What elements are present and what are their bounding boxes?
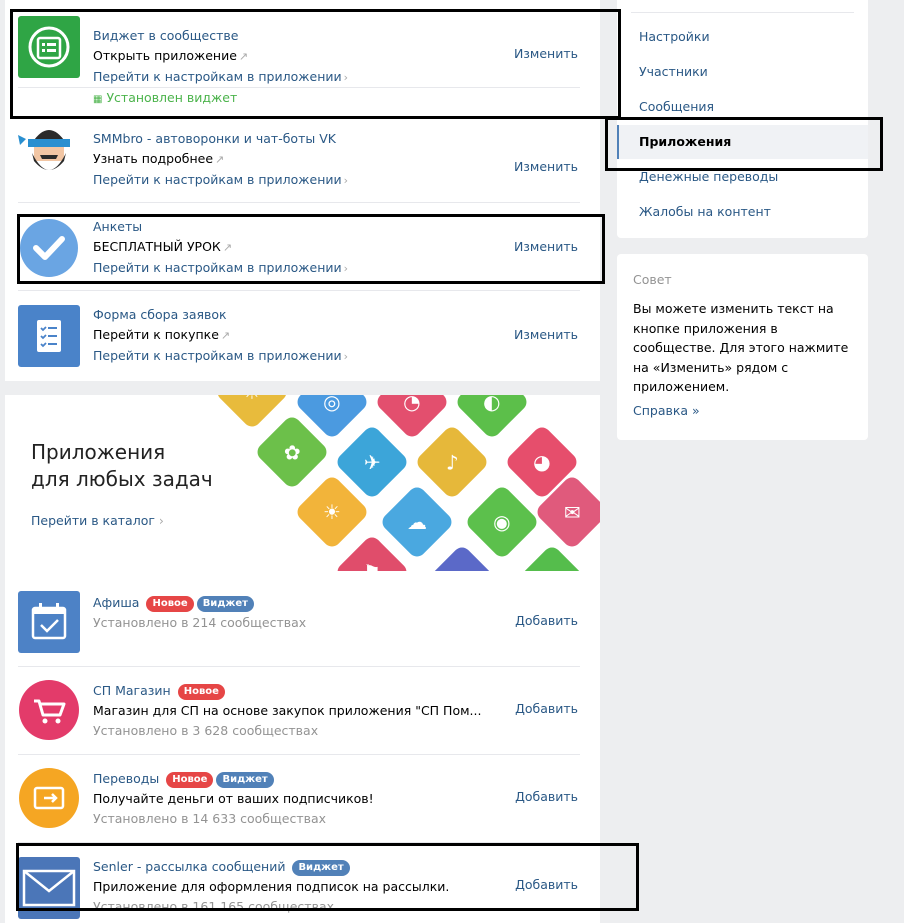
app-row-ankety: Анкеты БЕСПЛАТНЫЙ УРОК ↗ Перейти к настро… bbox=[5, 203, 600, 291]
app-row-form: Форма сбора заявок Перейти к покупке ↗ Пе… bbox=[5, 291, 600, 379]
catalog-banner: Приложения для любых задач Перейти в кат… bbox=[5, 395, 600, 571]
main-column: Виджет в сообществе Открыть приложение ↗ … bbox=[0, 0, 600, 923]
app-open-link[interactable]: Узнать подробнее ↗ bbox=[93, 149, 493, 170]
add-button[interactable]: Добавить bbox=[515, 701, 578, 716]
catalog-row-sp-shop: СП Магазин Новое Магазин для СП на основ… bbox=[5, 667, 600, 755]
transfer-icon[interactable] bbox=[18, 767, 80, 829]
external-link-icon: ↗ bbox=[222, 241, 233, 254]
app-description: Получайте деньги от ваших подписчиков! bbox=[93, 791, 374, 806]
catalog-row-senler: Senler - рассылка сообщений Виджет Прило… bbox=[5, 843, 600, 923]
app-info: Афиша Новое Виджет Установлено в 214 сооб… bbox=[93, 593, 493, 633]
check-icon[interactable] bbox=[18, 217, 80, 279]
app-info: Форма сбора заявок Перейти к покупке ↗ Пе… bbox=[93, 305, 493, 367]
edit-button[interactable]: Изменить bbox=[514, 46, 578, 61]
app-description: Приложение для оформления подписок на ра… bbox=[93, 879, 450, 894]
tip-box: Совет Вы можете изменить текст на кнопке… bbox=[617, 254, 868, 440]
avatar-icon[interactable] bbox=[18, 117, 80, 179]
map-pin-icon: ◉ bbox=[463, 483, 541, 561]
app-row-smmbro: SMMbro - автоворонки и чат-боты VK Узнат… bbox=[5, 115, 600, 203]
grid-icon: ▦ bbox=[93, 94, 103, 105]
menu-item-members[interactable]: Участники bbox=[617, 55, 868, 89]
external-link-icon: ↗ bbox=[215, 153, 225, 166]
menu-item-money-transfers[interactable]: Денежные переводы bbox=[617, 160, 868, 194]
app-info: SMMbro - автоворонки и чат-боты VK Узнат… bbox=[93, 129, 493, 191]
install-count: Установлено в 214 сообществах bbox=[93, 615, 307, 630]
chevron-right-icon: › bbox=[343, 174, 349, 187]
catalog-panel: Афиша Новое Виджет Установлено в 214 сооб… bbox=[5, 571, 600, 923]
catalog-row-afisha: Афиша Новое Виджет Установлено в 214 сооб… bbox=[5, 579, 600, 667]
app-title[interactable]: Senler - рассылка сообщений Виджет bbox=[93, 857, 493, 877]
chevron-right-icon: › bbox=[343, 262, 349, 275]
app-description: Магазин для СП на основе закупок приложе… bbox=[93, 703, 482, 718]
bell-icon: ♪ bbox=[413, 423, 491, 501]
app-title[interactable]: Переводы Новое Виджет bbox=[93, 769, 493, 789]
envelope-icon[interactable] bbox=[18, 857, 80, 919]
widget-icon[interactable] bbox=[18, 16, 80, 78]
app-settings-link[interactable]: Перейти к настройкам в приложении › bbox=[93, 258, 493, 279]
tip-body: Вы можете изменить текст на кнопке прило… bbox=[633, 301, 849, 394]
edit-button[interactable]: Изменить bbox=[514, 327, 578, 342]
banner-illustration: ☼ ◎ ◔ ◐ ✿ ✈ ♪ ◕ ☀ ☁ ◉ ✉ ⚑ ➶ ⚗ ♥ bbox=[205, 395, 600, 571]
app-open-link[interactable]: БЕСПЛАТНЫЙ УРОК ↗ bbox=[93, 237, 493, 258]
add-button[interactable]: Добавить bbox=[515, 789, 578, 804]
edit-button[interactable]: Изменить bbox=[514, 239, 578, 254]
app-row-widget: Виджет в сообществе Открыть приложение ↗ … bbox=[5, 0, 600, 105]
tip-title: Совет bbox=[633, 272, 672, 287]
menu-item-settings[interactable]: Настройки bbox=[617, 20, 868, 54]
sun-icon: ☼ bbox=[213, 395, 291, 431]
install-count: Установлено в 3 628 сообществах bbox=[93, 723, 319, 738]
add-button[interactable]: Добавить bbox=[515, 877, 578, 892]
add-button[interactable]: Добавить bbox=[515, 613, 578, 628]
chevron-right-icon: › bbox=[343, 71, 349, 84]
app-title[interactable]: Афиша Новое Виджет bbox=[93, 593, 493, 613]
app-title[interactable]: SMMbro - автоворонки и чат-боты VK bbox=[93, 129, 493, 149]
app-open-link[interactable]: Перейти к покупке ↗ bbox=[93, 325, 493, 346]
flask-icon: ⚗ bbox=[513, 543, 591, 571]
divider bbox=[18, 87, 580, 88]
app-info: Анкеты БЕСПЛАТНЫЙ УРОК ↗ Перейти к настро… bbox=[93, 217, 493, 279]
catalog-link[interactable]: Перейти в каталог › bbox=[31, 513, 164, 528]
catalog-row-transfers: Переводы Новое Виджет Получайте деньги от… bbox=[5, 755, 600, 843]
install-count: Установлено в 161 165 сообществах bbox=[93, 899, 335, 914]
app-title[interactable]: СП Магазин Новое bbox=[93, 681, 493, 701]
tag-icon: ◐ bbox=[453, 395, 531, 441]
install-count: Установлено в 14 633 сообществах bbox=[93, 811, 327, 826]
menu-item-apps[interactable]: Приложения bbox=[617, 125, 868, 159]
divider bbox=[631, 12, 854, 13]
external-link-icon: ↗ bbox=[220, 329, 231, 342]
menu-item-content-complaints[interactable]: Жалобы на контент bbox=[617, 195, 868, 229]
new-badge: Новое bbox=[177, 684, 225, 700]
app-info: Переводы Новое Виджет Получайте деньги от… bbox=[93, 769, 493, 829]
menu-item-messages[interactable]: Сообщения bbox=[617, 90, 868, 124]
community-settings-menu: Настройки Участники Сообщения Приложения… bbox=[617, 0, 868, 238]
chevron-right-icon: › bbox=[158, 513, 164, 528]
widget-badge: Виджет bbox=[216, 772, 274, 788]
app-title[interactable]: Виджет в сообществе bbox=[93, 26, 493, 46]
cloud-icon: ☁ bbox=[378, 483, 456, 561]
widget-badge: Виджет bbox=[196, 596, 254, 612]
form-icon[interactable] bbox=[18, 305, 80, 367]
bell-icon: ◔ bbox=[373, 395, 451, 441]
installed-apps-panel: Виджет в сообществе Открыть приложение ↗ … bbox=[5, 0, 600, 381]
new-badge: Новое bbox=[146, 596, 194, 612]
external-link-icon: ↗ bbox=[238, 50, 249, 63]
app-settings-link[interactable]: Перейти к настройкам в приложении › bbox=[93, 346, 493, 367]
help-link[interactable]: Справка » bbox=[633, 403, 852, 418]
app-title[interactable]: Анкеты bbox=[93, 217, 493, 237]
app-settings-link[interactable]: Перейти к настройкам в приложении › bbox=[93, 170, 493, 191]
widget-installed-status: ▦ Установлен виджет bbox=[93, 90, 238, 105]
app-info: Виджет в сообществе Открыть приложение ↗ … bbox=[93, 26, 493, 110]
cart-icon[interactable] bbox=[18, 679, 80, 741]
new-badge: Новое bbox=[166, 772, 214, 788]
app-settings-link[interactable]: Перейти к настройкам в приложении › bbox=[93, 67, 493, 88]
chevron-right-icon: › bbox=[343, 350, 349, 363]
app-info: СП Магазин Новое Магазин для СП на основ… bbox=[93, 681, 493, 741]
app-title[interactable]: Форма сбора заявок bbox=[93, 305, 493, 325]
app-open-link[interactable]: Открыть приложение ↗ bbox=[93, 46, 493, 67]
calendar-icon[interactable] bbox=[18, 591, 80, 653]
edit-button[interactable]: Изменить bbox=[514, 159, 578, 174]
widget-badge: Виджет bbox=[292, 860, 350, 876]
app-info: Senler - рассылка сообщений Виджет Прило… bbox=[93, 857, 493, 917]
